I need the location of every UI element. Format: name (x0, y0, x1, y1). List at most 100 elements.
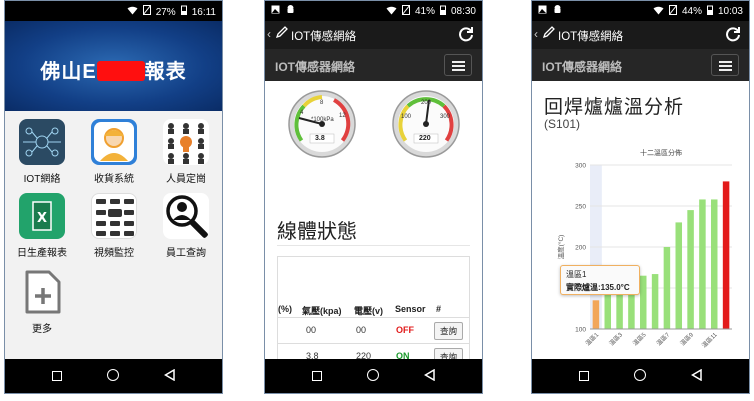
back-button[interactable] (418, 368, 442, 384)
back-button[interactable] (158, 368, 182, 384)
clock: 08:30 (450, 6, 476, 17)
chart-bar (675, 222, 683, 329)
app-staff-positions[interactable]: 人員定崗 (153, 119, 219, 185)
home-button[interactable] (361, 368, 385, 384)
pressure-unit: *100kPa (311, 117, 334, 123)
sensor-status: OFF (396, 325, 414, 335)
workers-icon (163, 119, 209, 165)
menu-icon[interactable] (711, 54, 739, 76)
page-content: 4 8 12 *100kPa 3.8 100 200 300 220 線體狀態 (265, 81, 482, 359)
chart-bar (710, 199, 718, 329)
status-table: (%) 氣壓(kpa) 電壓(v) Sensor # 00 00 OFF 查詢 … (277, 256, 470, 359)
clock: 16:11 (191, 6, 216, 18)
home-button[interactable] (628, 368, 652, 384)
refresh-icon[interactable] (725, 26, 741, 45)
menu-icon[interactable] (444, 54, 472, 76)
excel-icon: X (19, 193, 65, 239)
redaction-mark (96, 61, 145, 81)
battery-percent: 41% (414, 6, 435, 17)
phone-iot-sensor: 41% 08:30 ‹ IOT傳感網絡 IOT傳感器網絡 4 8 12 *100… (264, 0, 483, 394)
voltage-tick-300: 300 (440, 114, 451, 120)
x-tick-label: 溫區7 (655, 330, 672, 347)
voltage-gauge: 100 200 300 220 (391, 89, 461, 159)
system-nav-bar (265, 359, 482, 393)
y-axis-label: 溫度(°C) (556, 235, 565, 260)
no-sim-icon (142, 4, 152, 19)
x-tick-label: 溫區1 (584, 330, 601, 347)
recent-apps-button[interactable] (305, 369, 329, 384)
app-daily-production-report[interactable]: X 日生產報表 (9, 193, 75, 259)
chart-bar (687, 210, 694, 329)
tooltip-zone: 溫區1 (566, 270, 587, 279)
y-tick-label: 100 (575, 327, 586, 334)
app-employee-search[interactable]: 員工查詢 (153, 193, 219, 259)
table-header: (%) 氣壓(kpa) 電壓(v) Sensor # (278, 304, 442, 316)
brand-title[interactable]: IOT傳感器網絡 (275, 58, 355, 75)
wifi-icon (653, 6, 664, 18)
web-navbar: IOT傳感器網絡 (265, 49, 482, 81)
query-button[interactable]: 查詢 (433, 322, 463, 340)
pressure-gauge: 4 8 12 *100kPa 3.8 (287, 89, 357, 159)
pressure-tick-8: 8 (320, 100, 324, 106)
app-video-monitoring[interactable]: 視頻監控 (81, 193, 147, 259)
tooltip-value: 實際爐溫:135.0°C (566, 283, 630, 292)
person-icon (91, 119, 137, 165)
image-notification-icon (538, 5, 547, 17)
android-icon (553, 5, 562, 17)
app-more[interactable]: 更多 (9, 269, 75, 335)
status-bar: 44% 10:03 (532, 1, 749, 21)
table-row: 00 00 OFF 查詢 (278, 317, 469, 343)
app-title-bar: ‹ IOT傳感網絡 (532, 21, 749, 49)
x-tick-label: 溫區9 (678, 330, 695, 347)
section-heading: 線體狀態 (277, 221, 357, 243)
chart-bar (639, 275, 647, 329)
header-title: 佛山E 報表 (40, 61, 187, 83)
status-bar: 27% 16:11 (5, 1, 222, 21)
chart-bar (699, 199, 706, 329)
chart-tooltip: 溫區1 實際爐溫:135.0°C (560, 265, 640, 295)
clock: 10:03 (717, 6, 743, 17)
pressure-tick-12: 12 (339, 113, 346, 119)
battery-percent: 44% (681, 6, 702, 17)
no-sim-icon (668, 4, 678, 18)
app-title: IOT傳感網絡 (291, 31, 357, 43)
query-button[interactable]: 查詢 (433, 348, 463, 359)
app-receiving-system[interactable]: 收貨系統 (81, 119, 147, 185)
y-tick-label: 200 (575, 245, 586, 252)
divider (277, 245, 470, 246)
voltage-tick-100: 100 (401, 114, 412, 120)
app-title-bar: ‹ IOT傳感網絡 (265, 21, 482, 49)
phone-home-screen: 27% 16:11 佛山E 報表 IOT網絡 收貨系統 人員定崗 X 日生產報表… (4, 0, 223, 394)
recent-apps-button[interactable] (45, 369, 69, 384)
app-iot-network[interactable]: IOT網絡 (9, 119, 75, 185)
network-icon (19, 119, 65, 165)
pen-icon (275, 26, 288, 42)
wifi-icon (127, 6, 138, 19)
back-arrow-icon[interactable]: ‹ (267, 27, 271, 41)
x-tick-label: 溫區11 (700, 330, 719, 349)
battery-icon (180, 5, 187, 19)
battery-percent: 27% (155, 6, 176, 18)
app-grid: IOT網絡 收貨系統 人員定崗 X 日生產報表 視頻監控 員工查詢 更多 (5, 111, 222, 359)
pressure-value: 3.8 (315, 135, 325, 142)
refresh-icon[interactable] (458, 26, 474, 45)
chart-title: 十二溫區分佈 (640, 148, 682, 157)
table-row: 3.8 220 ON 查詢 (278, 343, 469, 359)
y-tick-label: 300 (575, 163, 586, 170)
recent-apps-button[interactable] (572, 369, 596, 384)
back-button[interactable] (685, 368, 709, 384)
chart-bar (651, 274, 659, 329)
phone-oven-analysis: 44% 10:03 ‹ IOT傳感網絡 IOT傳感器網絡 回焊爐爐溫分析 (S1… (531, 0, 750, 394)
brand-title[interactable]: IOT傳感器網絡 (542, 58, 622, 75)
voltage-value: 220 (419, 135, 431, 142)
svg-text:X: X (37, 211, 47, 226)
y-tick-label: 250 (575, 204, 586, 211)
back-arrow-icon[interactable]: ‹ (534, 27, 538, 41)
system-nav-bar (532, 359, 749, 393)
chart-bar (663, 247, 671, 329)
report-header: 佛山E 報表 (5, 21, 222, 111)
chart-bar (592, 300, 600, 329)
battery-icon (706, 5, 713, 18)
x-tick-label: 溫區5 (631, 330, 648, 347)
home-button[interactable] (101, 368, 125, 384)
